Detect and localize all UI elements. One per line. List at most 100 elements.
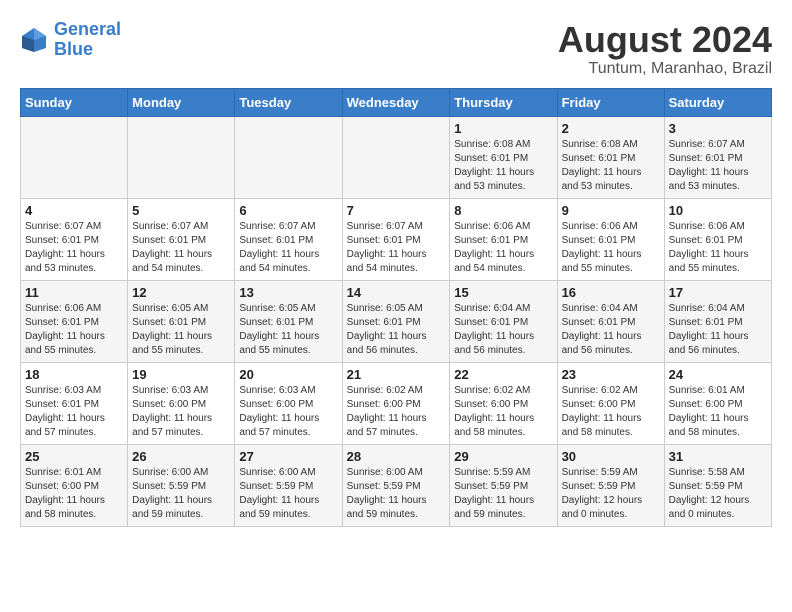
day-info: Sunrise: 6:05 AM Sunset: 6:01 PM Dayligh…: [239, 302, 337, 358]
calendar-title: August 2024: [558, 20, 772, 60]
calendar-cell: 23Sunrise: 6:02 AM Sunset: 6:00 PM Dayli…: [557, 362, 664, 444]
day-number: 17: [669, 285, 767, 300]
logo: General Blue: [20, 20, 121, 60]
day-number: 10: [669, 203, 767, 218]
day-number: 11: [25, 285, 123, 300]
day-info: Sunrise: 6:00 AM Sunset: 5:59 PM Dayligh…: [239, 466, 337, 522]
day-number: 23: [562, 367, 660, 382]
day-info: Sunrise: 6:07 AM Sunset: 6:01 PM Dayligh…: [347, 220, 446, 276]
weekday-header: Wednesday: [342, 88, 450, 116]
calendar-week-row: 1Sunrise: 6:08 AM Sunset: 6:01 PM Daylig…: [21, 116, 772, 198]
day-number: 14: [347, 285, 446, 300]
day-info: Sunrise: 6:02 AM Sunset: 6:00 PM Dayligh…: [454, 384, 552, 440]
calendar-cell: 8 Sunrise: 6:06 AM Sunset: 6:01 PM Daylig…: [450, 198, 557, 280]
day-info: Sunrise: 6:00 AM Sunset: 5:59 PM Dayligh…: [132, 466, 230, 522]
weekday-header: Saturday: [664, 88, 771, 116]
calendar-cell: 21Sunrise: 6:02 AM Sunset: 6:00 PM Dayli…: [342, 362, 450, 444]
day-number: 25: [25, 449, 123, 464]
page-header: General Blue August 2024 Tuntum, Maranha…: [20, 20, 772, 78]
calendar-cell: 20 Sunrise: 6:03 AM Sunset: 6:00 PM Dayli…: [235, 362, 342, 444]
day-info: Sunrise: 6:07 AM Sunset: 6:01 PM Dayligh…: [239, 220, 337, 276]
calendar-cell: 17Sunrise: 6:04 AM Sunset: 6:01 PM Dayli…: [664, 280, 771, 362]
day-number: 18: [25, 367, 123, 382]
day-info: Sunrise: 6:03 AM Sunset: 6:00 PM Dayligh…: [132, 384, 230, 440]
day-number: 6: [239, 203, 337, 218]
calendar-cell: [235, 116, 342, 198]
calendar-cell: [128, 116, 235, 198]
calendar-cell: 25 Sunrise: 6:01 AM Sunset: 6:00 PM Dayli…: [21, 444, 128, 526]
day-number: 2: [562, 121, 660, 136]
day-info: Sunrise: 6:06 AM Sunset: 6:01 PM Dayligh…: [669, 220, 767, 276]
calendar-cell: 5 Sunrise: 6:07 AM Sunset: 6:01 PM Daylig…: [128, 198, 235, 280]
day-number: 3: [669, 121, 767, 136]
logo-text: General Blue: [54, 20, 121, 60]
calendar-cell: 19 Sunrise: 6:03 AM Sunset: 6:00 PM Dayli…: [128, 362, 235, 444]
day-number: 8: [454, 203, 552, 218]
calendar-cell: 14 Sunrise: 6:05 AM Sunset: 6:01 PM Dayli…: [342, 280, 450, 362]
calendar-cell: 30Sunrise: 5:59 AM Sunset: 5:59 PM Dayli…: [557, 444, 664, 526]
day-info: Sunrise: 6:07 AM Sunset: 6:01 PM Dayligh…: [669, 138, 767, 194]
day-info: Sunrise: 6:03 AM Sunset: 6:00 PM Dayligh…: [239, 384, 337, 440]
day-number: 13: [239, 285, 337, 300]
calendar-cell: 6 Sunrise: 6:07 AM Sunset: 6:01 PM Daylig…: [235, 198, 342, 280]
calendar-cell: 15 Sunrise: 6:04 AM Sunset: 6:01 PM Dayli…: [450, 280, 557, 362]
weekday-header: Monday: [128, 88, 235, 116]
day-info: Sunrise: 6:05 AM Sunset: 6:01 PM Dayligh…: [132, 302, 230, 358]
calendar-cell: 22Sunrise: 6:02 AM Sunset: 6:00 PM Dayli…: [450, 362, 557, 444]
day-number: 20: [239, 367, 337, 382]
day-number: 5: [132, 203, 230, 218]
day-info: Sunrise: 6:08 AM Sunset: 6:01 PM Dayligh…: [454, 138, 552, 194]
day-info: Sunrise: 6:02 AM Sunset: 6:00 PM Dayligh…: [347, 384, 446, 440]
day-number: 26: [132, 449, 230, 464]
day-info: Sunrise: 6:04 AM Sunset: 6:01 PM Dayligh…: [562, 302, 660, 358]
day-number: 12: [132, 285, 230, 300]
calendar-cell: [21, 116, 128, 198]
day-number: 4: [25, 203, 123, 218]
calendar-cell: 24Sunrise: 6:01 AM Sunset: 6:00 PM Dayli…: [664, 362, 771, 444]
calendar-week-row: 11Sunrise: 6:06 AM Sunset: 6:01 PM Dayli…: [21, 280, 772, 362]
weekday-header: Sunday: [21, 88, 128, 116]
day-info: Sunrise: 6:04 AM Sunset: 6:01 PM Dayligh…: [454, 302, 552, 358]
day-number: 28: [347, 449, 446, 464]
weekday-header: Friday: [557, 88, 664, 116]
weekday-header-row: SundayMondayTuesdayWednesdayThursdayFrid…: [21, 88, 772, 116]
logo-line2: Blue: [54, 39, 93, 59]
calendar-cell: 1Sunrise: 6:08 AM Sunset: 6:01 PM Daylig…: [450, 116, 557, 198]
calendar-cell: 28 Sunrise: 6:00 AM Sunset: 5:59 PM Dayli…: [342, 444, 450, 526]
day-info: Sunrise: 6:05 AM Sunset: 6:01 PM Dayligh…: [347, 302, 446, 358]
weekday-header: Tuesday: [235, 88, 342, 116]
day-info: Sunrise: 6:07 AM Sunset: 6:01 PM Dayligh…: [132, 220, 230, 276]
day-number: 15: [454, 285, 552, 300]
day-info: Sunrise: 6:06 AM Sunset: 6:01 PM Dayligh…: [562, 220, 660, 276]
day-number: 7: [347, 203, 446, 218]
day-number: 19: [132, 367, 230, 382]
calendar-cell: [342, 116, 450, 198]
calendar-cell: 27 Sunrise: 6:00 AM Sunset: 5:59 PM Dayli…: [235, 444, 342, 526]
day-number: 31: [669, 449, 767, 464]
calendar-cell: 26 Sunrise: 6:00 AM Sunset: 5:59 PM Dayli…: [128, 444, 235, 526]
calendar-cell: 4Sunrise: 6:07 AM Sunset: 6:01 PM Daylig…: [21, 198, 128, 280]
day-info: Sunrise: 5:58 AM Sunset: 5:59 PM Dayligh…: [669, 466, 767, 522]
day-number: 29: [454, 449, 552, 464]
weekday-header: Thursday: [450, 88, 557, 116]
logo-icon: [20, 26, 48, 54]
day-number: 27: [239, 449, 337, 464]
calendar-cell: 12 Sunrise: 6:05 AM Sunset: 6:01 PM Dayli…: [128, 280, 235, 362]
calendar-cell: 2Sunrise: 6:08 AM Sunset: 6:01 PM Daylig…: [557, 116, 664, 198]
calendar-cell: 29 Sunrise: 5:59 AM Sunset: 5:59 PM Dayli…: [450, 444, 557, 526]
calendar-week-row: 4 Sunrise: 6:07 AM Sunset: 6:01 PM Daylig…: [21, 198, 772, 280]
calendar-cell: 9Sunrise: 6:06 AM Sunset: 6:01 PM Daylig…: [557, 198, 664, 280]
day-info: Sunrise: 6:06 AM Sunset: 6:01 PM Dayligh…: [454, 220, 552, 276]
calendar-cell: 13 Sunrise: 6:05 AM Sunset: 6:01 PM Dayli…: [235, 280, 342, 362]
day-info: Sunrise: 6:01 AM Sunset: 6:00 PM Dayligh…: [669, 384, 767, 440]
day-info: Sunrise: 6:00 AM Sunset: 5:59 PM Dayligh…: [347, 466, 446, 522]
title-area: August 2024 Tuntum, Maranhao, Brazil: [558, 20, 772, 78]
calendar-week-row: 25 Sunrise: 6:01 AM Sunset: 6:00 PM Dayli…: [21, 444, 772, 526]
calendar-cell: 3 Sunrise: 6:07 AM Sunset: 6:01 PM Daylig…: [664, 116, 771, 198]
calendar-cell: 31 Sunrise: 5:58 AM Sunset: 5:59 PM Dayli…: [664, 444, 771, 526]
day-info: Sunrise: 5:59 AM Sunset: 5:59 PM Dayligh…: [454, 466, 552, 522]
day-info: Sunrise: 6:01 AM Sunset: 6:00 PM Dayligh…: [25, 466, 123, 522]
calendar-cell: 11Sunrise: 6:06 AM Sunset: 6:01 PM Dayli…: [21, 280, 128, 362]
calendar-subtitle: Tuntum, Maranhao, Brazil: [558, 60, 772, 78]
calendar-table: SundayMondayTuesdayWednesdayThursdayFrid…: [20, 88, 772, 527]
